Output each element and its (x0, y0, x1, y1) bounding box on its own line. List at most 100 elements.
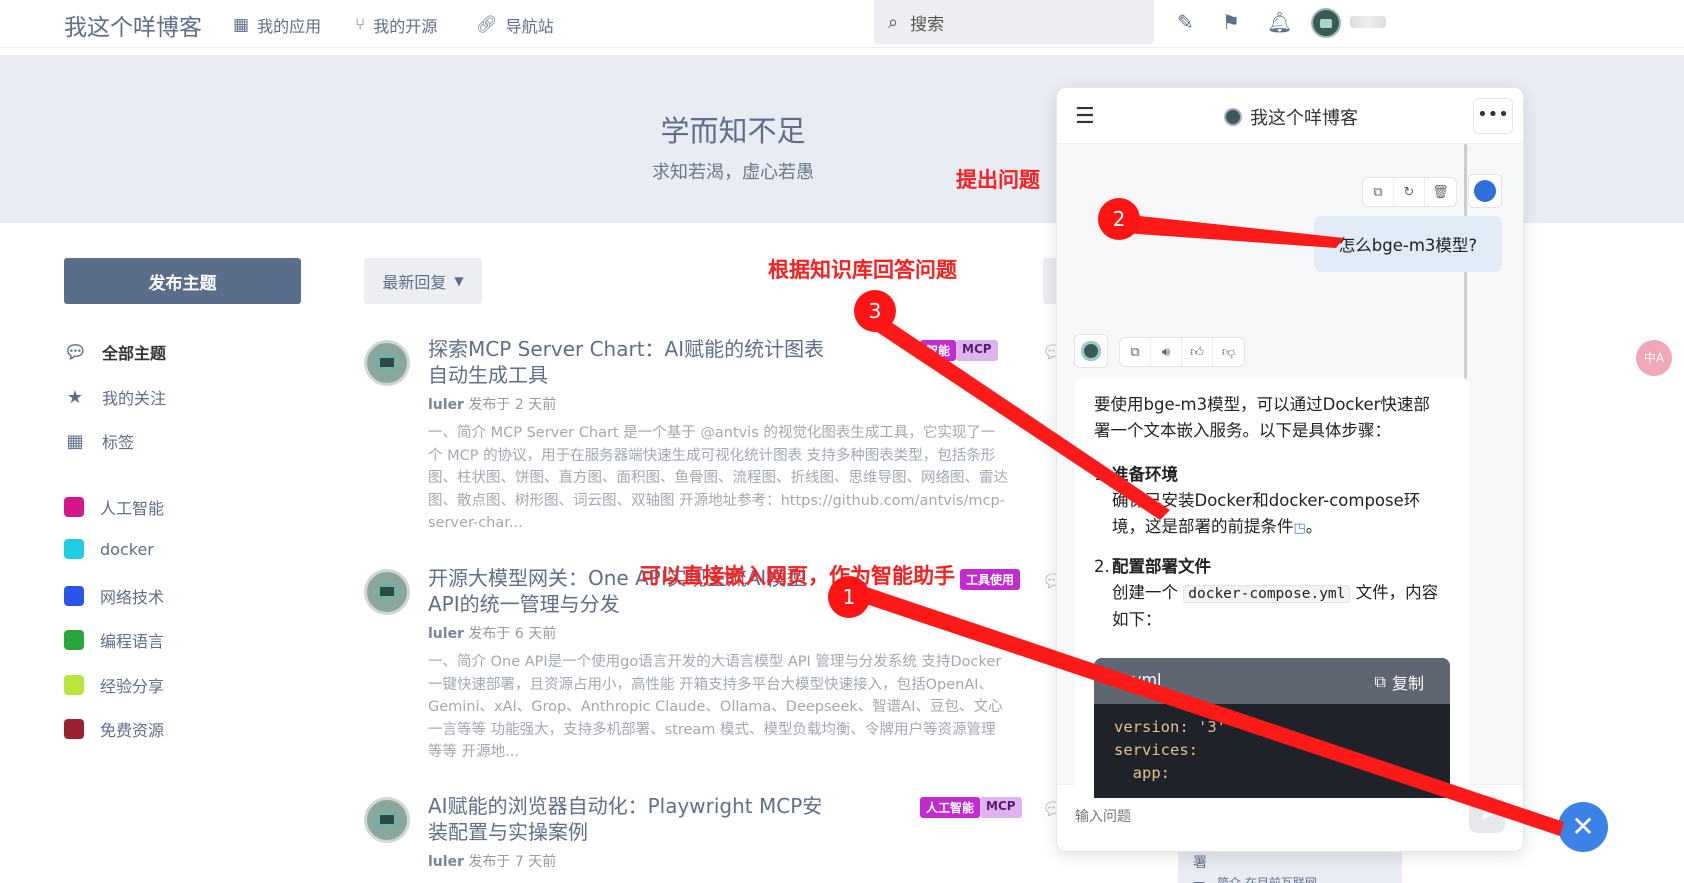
bot-message: 要使用bge-m3模型，可以通过Docker快速部署一个文本嵌入服务。以下是具体… (1074, 378, 1470, 798)
annotation-number: 2 (1098, 198, 1140, 240)
translate-icon[interactable]: 中A (1636, 340, 1672, 376)
post-time: 发布于 6 天前 (468, 626, 557, 642)
nav-navigation-site[interactable]: 🔗︎ 导航站 (476, 13, 554, 37)
sort-label: 最新回复 (382, 273, 447, 292)
code-block: yml ⧉ 复制 version: '3' services: app: (1094, 658, 1450, 798)
tag-color-swatch (64, 630, 84, 650)
annotation-number: 3 (854, 290, 896, 332)
post-author[interactable]: luler (428, 626, 464, 642)
top-navbar: 我这个咩博客 ▦ 我的应用 ⑂ 我的开源 🔗︎ 导航站 ⌕ 搜索 ✎ ⚑ 🔔︎ (0, 0, 1684, 48)
badge[interactable]: MCP (956, 340, 998, 361)
post-title[interactable]: 探索MCP Server Chart：AI赋能的统计图表自动生成工具 (428, 336, 828, 388)
grid-icon: ▦ (233, 15, 250, 35)
author-avatar[interactable] (364, 797, 410, 843)
code-line: app: (1114, 764, 1170, 782)
sidebar-item-following[interactable]: ★ 我的关注 (64, 385, 166, 409)
comments-icon: 💬︎ (64, 341, 87, 363)
code-line: version: '3' (1114, 718, 1226, 736)
badge[interactable]: MCP (980, 797, 1022, 818)
nav-label: 我的开源 (373, 17, 438, 36)
tag-color-swatch (64, 497, 84, 517)
sidebar-item-label: 我的关注 (102, 389, 167, 408)
bell-icon[interactable]: 🔔︎ (1267, 10, 1292, 34)
star-icon: ★ (66, 386, 84, 408)
post-time: 发布于 2 天前 (468, 397, 557, 413)
search-icon: ⌕ (888, 11, 899, 33)
speaker-icon[interactable]: 🔊︎ (1151, 338, 1182, 366)
bot-intro-text: 要使用bge-m3模型，可以通过Docker快速部署一个文本嵌入服务。以下是具体… (1094, 395, 1430, 440)
tag-color-swatch (64, 539, 84, 559)
reference-icon[interactable]: ◳ (1294, 521, 1306, 536)
inline-code: docker-compose.yml (1183, 585, 1351, 603)
close-chat-button[interactable]: ✕ (1558, 802, 1608, 852)
post-meta: luler 发布于 6 天前 (428, 623, 556, 643)
tag-color-swatch (64, 586, 84, 606)
compose-icon[interactable]: ✎ (1177, 10, 1194, 34)
bot-step: 2. 配置部署文件 创建一个 docker-compose.yml 文件，内容如… (1094, 554, 1454, 644)
step-body: 确保已安装Docker和docker-compose环境，这是部署的前提条件◳。 (1112, 491, 1421, 536)
bot-message-actions: ⧉ 🔊︎ 👍︎ 👎︎ (1119, 337, 1245, 367)
chat-input[interactable] (1075, 799, 1457, 835)
background-card-text: 一、简介 在目前互联网... (1193, 876, 1329, 883)
thumbs-up-icon[interactable]: 👍︎ (1182, 338, 1213, 366)
post-author[interactable]: luler (428, 397, 464, 413)
branch-icon: ⑂ (355, 15, 366, 35)
caret-down-icon: ▼ (454, 274, 464, 288)
list-item[interactable]: AI赋能的浏览器自动化：Playwright MCP安装配置与实操案例 lule… (364, 794, 1065, 883)
flag-icon[interactable]: ⚑ (1222, 10, 1240, 34)
list-item[interactable]: 探索MCP Server Chart：AI赋能的统计图表自动生成工具 luler… (364, 337, 1065, 540)
badge[interactable]: 智能 (920, 340, 957, 361)
code-content: version: '3' services: app: (1114, 716, 1226, 785)
link-icon: 🔗︎ (476, 15, 498, 35)
post-excerpt: 一、简介 One API是一个使用go语言开发的大语言模型 API 管理与分发系… (428, 654, 1003, 760)
step-number: 1. (1094, 465, 1110, 484)
list-item[interactable]: 开源大模型网关：One API实现主流AI模型API的统一管理与分发 luler… (364, 566, 1065, 769)
tag-network[interactable]: 网络技术 (64, 584, 164, 608)
step-body: 创建一个 docker-compose.yml 文件，内容如下： (1112, 580, 1442, 633)
delete-icon[interactable]: 🗑︎ (1425, 178, 1456, 206)
copy-icon[interactable]: ⧉ (1120, 338, 1151, 366)
tag-docker[interactable]: docker (64, 539, 154, 559)
author-avatar[interactable] (364, 340, 410, 386)
bot-avatar-icon (1224, 108, 1242, 126)
annotation-label: 提出问题 (956, 168, 1040, 192)
username-blurred[interactable] (1350, 16, 1386, 28)
badge[interactable]: 工具使用 (960, 569, 1021, 590)
annotation-label: 根据知识库回答问题 (768, 258, 957, 282)
copy-icon: ⧉ (1374, 672, 1386, 691)
tag-experience[interactable]: 经验分享 (64, 673, 164, 697)
tag-ai[interactable]: 人工智能 (64, 495, 164, 519)
post-title[interactable]: AI赋能的浏览器自动化：Playwright MCP安装配置与实操案例 (428, 793, 828, 845)
post-author[interactable]: luler (428, 854, 464, 870)
tag-free-resources[interactable]: 免费资源 (64, 717, 164, 741)
search-placeholder: 搜索 (910, 14, 945, 35)
sidebar-item-label: 全部主题 (102, 344, 167, 363)
tag-programming[interactable]: 编程语言 (64, 628, 164, 652)
more-options-button[interactable]: ••• (1473, 98, 1513, 134)
site-title[interactable]: 我这个咩博客 (64, 8, 202, 42)
sidebar-item-label: 标签 (102, 433, 135, 452)
tag-color-swatch (64, 675, 84, 695)
nav-my-opensource[interactable]: ⑂ 我的开源 (355, 13, 437, 37)
copy-code-button[interactable]: ⧉ 复制 (1375, 670, 1424, 694)
publish-topic-button[interactable]: 发布主题 (64, 258, 301, 304)
copy-icon[interactable]: ⧉ (1363, 178, 1394, 206)
sort-dropdown[interactable]: 最新回复 ▼ (364, 258, 482, 304)
send-button[interactable]: ➤ (1469, 797, 1505, 833)
code-language: yml (1132, 670, 1162, 689)
sidebar-item-tags[interactable]: ▦ 标签 (64, 429, 134, 453)
tag-label: docker (100, 539, 154, 559)
badge[interactable]: 人工智能 (920, 797, 981, 818)
sidebar-item-all-topics[interactable]: 💬︎ 全部主题 (64, 340, 166, 364)
user-avatar-icon (1468, 174, 1502, 208)
thumbs-down-icon[interactable]: 👎︎ (1213, 338, 1244, 366)
author-avatar[interactable] (364, 569, 410, 615)
nav-my-apps[interactable]: ▦ 我的应用 (233, 13, 321, 37)
copy-label: 复制 (1391, 674, 1424, 693)
avatar[interactable] (1311, 8, 1341, 38)
bot-avatar-icon (1074, 334, 1108, 368)
refresh-icon[interactable]: ↻ (1394, 178, 1425, 206)
step-body-text: 确保已安装Docker和docker-compose环境，这是部署的前提条件 (1112, 491, 1421, 536)
chat-title-text: 我这个咩博客 (1250, 108, 1358, 129)
search-box[interactable]: ⌕ 搜索 (874, 0, 1154, 44)
